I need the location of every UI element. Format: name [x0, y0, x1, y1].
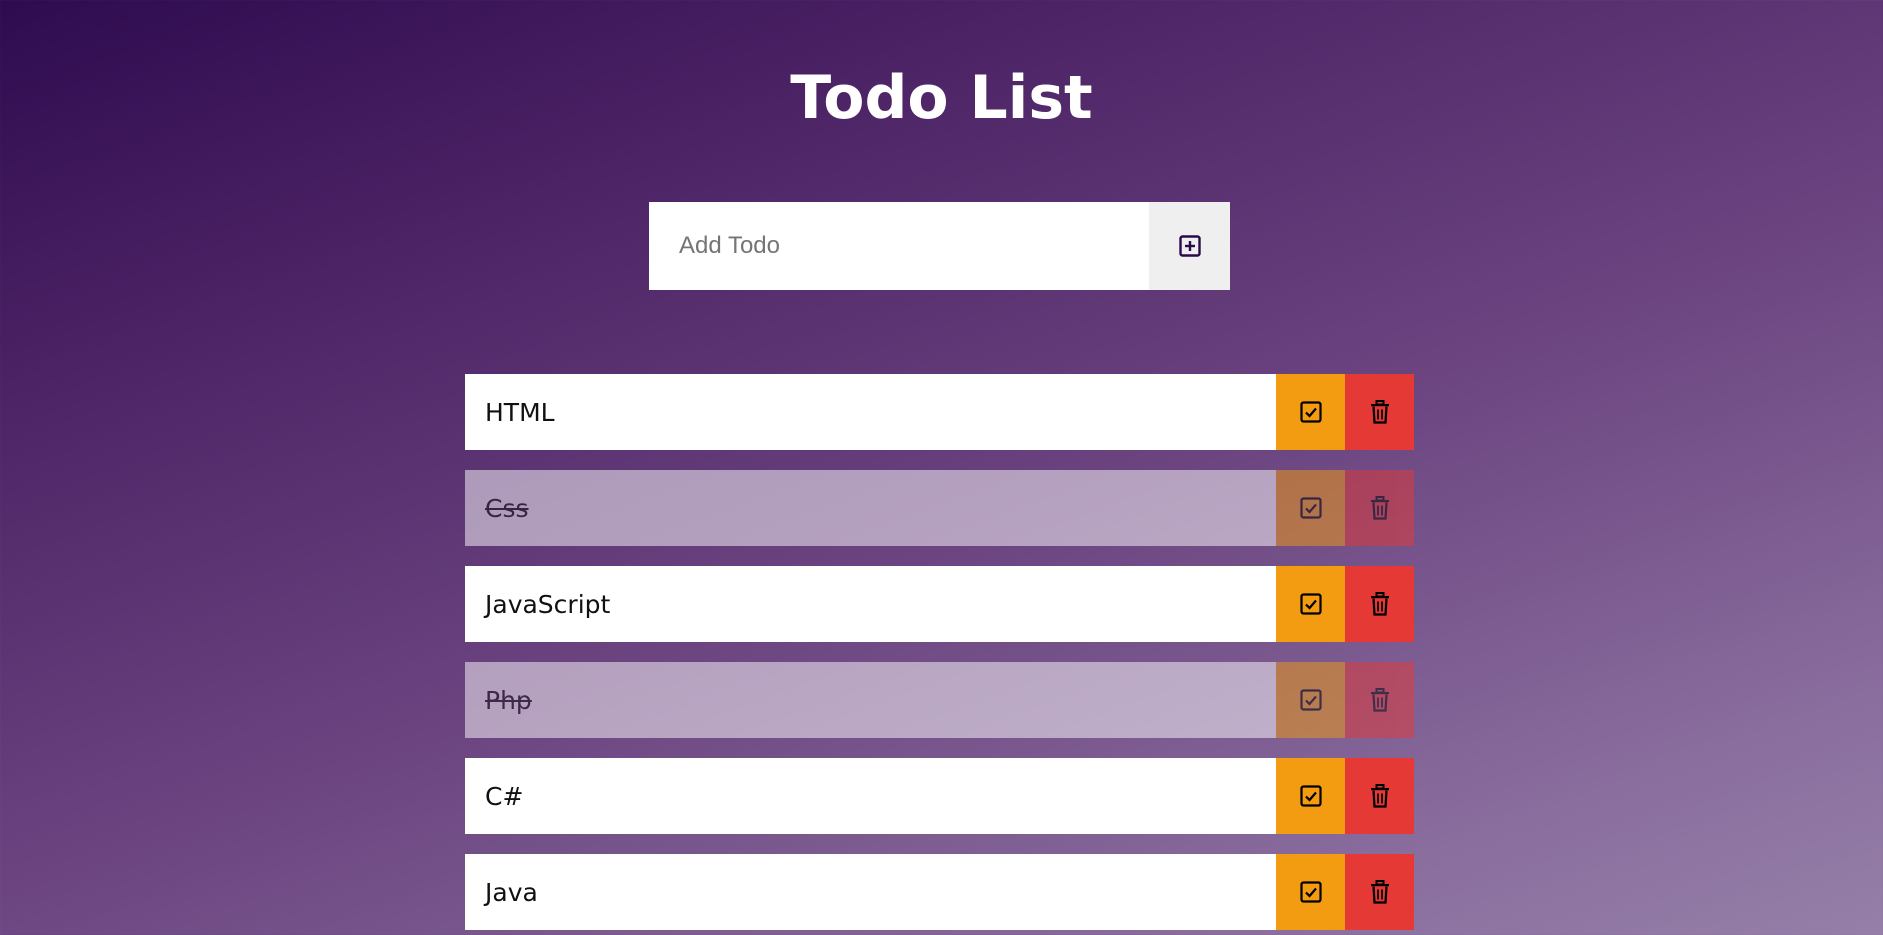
- check-square-icon: [1299, 593, 1322, 615]
- add-todo-form: [649, 202, 1230, 290]
- add-todo-input[interactable]: [649, 202, 1149, 290]
- complete-button[interactable]: [1276, 470, 1345, 546]
- plus-square-icon: [1178, 235, 1201, 257]
- delete-button[interactable]: [1345, 758, 1414, 834]
- todo-text: Java: [465, 854, 1276, 930]
- check-square-icon: [1299, 689, 1322, 711]
- page-title: Todo List: [790, 63, 1093, 134]
- delete-button[interactable]: [1345, 566, 1414, 642]
- todo-text: JavaScript: [465, 566, 1276, 642]
- complete-button[interactable]: [1276, 566, 1345, 642]
- todo-text: C#: [465, 758, 1276, 834]
- trash-icon: [1370, 784, 1390, 808]
- delete-button[interactable]: [1345, 662, 1414, 738]
- todo-text: Php: [465, 662, 1276, 738]
- todo-text: HTML: [465, 374, 1276, 450]
- trash-icon: [1370, 880, 1390, 904]
- complete-button[interactable]: [1276, 374, 1345, 450]
- check-square-icon: [1299, 881, 1322, 903]
- trash-icon: [1370, 592, 1390, 616]
- delete-button[interactable]: [1345, 854, 1414, 930]
- trash-icon: [1370, 688, 1390, 712]
- todo-item: Java: [465, 854, 1414, 930]
- add-todo-button[interactable]: [1149, 202, 1230, 290]
- todo-item: Php: [465, 662, 1414, 738]
- complete-button[interactable]: [1276, 758, 1345, 834]
- check-square-icon: [1299, 785, 1322, 807]
- todo-item: HTML: [465, 374, 1414, 450]
- complete-button[interactable]: [1276, 854, 1345, 930]
- todo-text: Css: [465, 470, 1276, 546]
- todo-item: C#: [465, 758, 1414, 834]
- todo-item: Css: [465, 470, 1414, 546]
- trash-icon: [1370, 496, 1390, 520]
- check-square-icon: [1299, 401, 1322, 423]
- complete-button[interactable]: [1276, 662, 1345, 738]
- delete-button[interactable]: [1345, 470, 1414, 546]
- todo-item: JavaScript: [465, 566, 1414, 642]
- delete-button[interactable]: [1345, 374, 1414, 450]
- trash-icon: [1370, 400, 1390, 424]
- check-square-icon: [1299, 497, 1322, 519]
- todo-list: HTML Css JavaScript Php C# Java: [465, 374, 1414, 935]
